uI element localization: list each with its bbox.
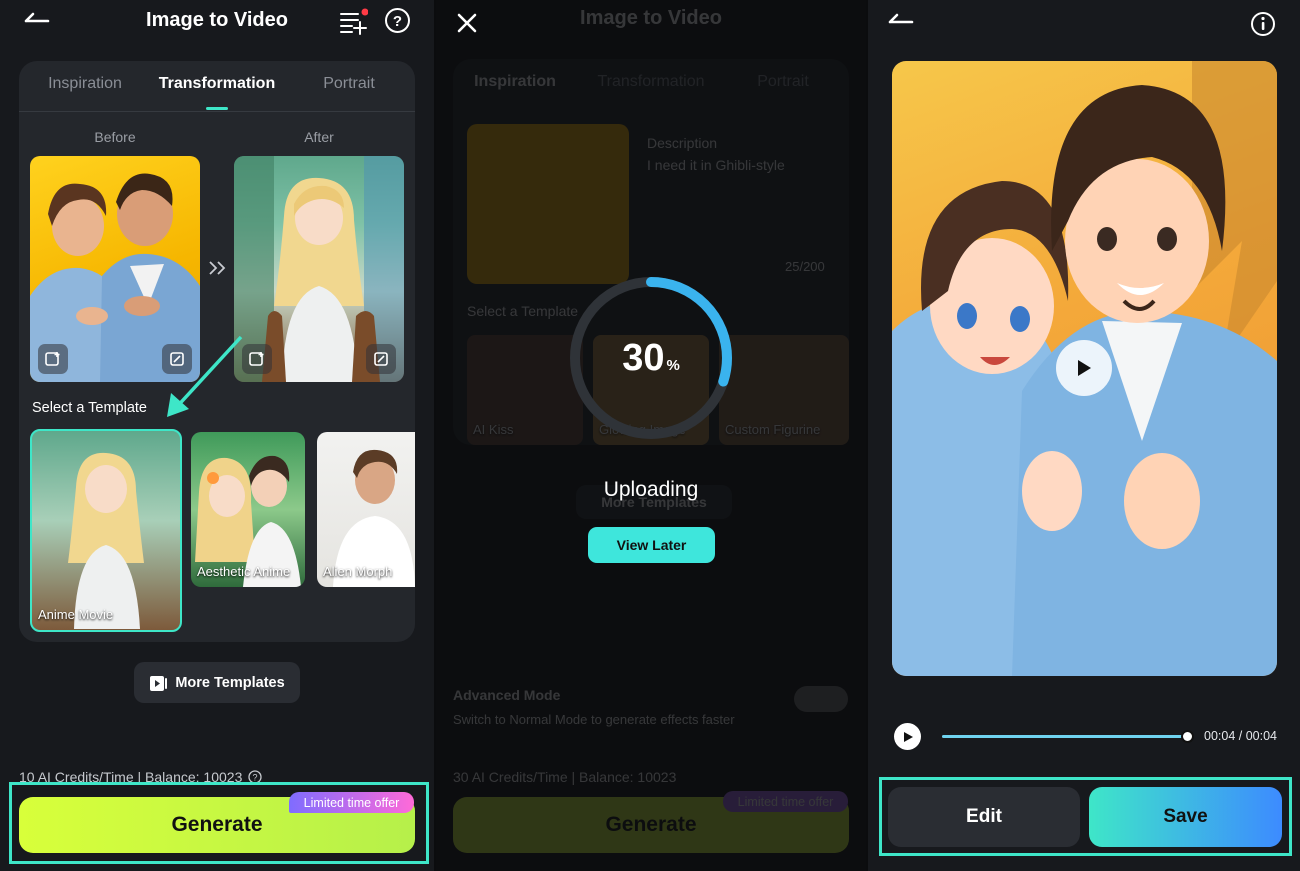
tab-transformation[interactable]: Transformation: [149, 75, 285, 93]
double-chevron-icon: [209, 261, 226, 275]
template-figurine-dim: Custom Figurine: [719, 335, 849, 445]
advanced-mode-dim: Advanced Mode: [453, 687, 561, 703]
template-aesthetic-anime[interactable]: Aesthetic Anime: [191, 432, 305, 587]
close-icon[interactable]: [456, 12, 478, 34]
seek-bar-progress: [942, 735, 1188, 738]
after-image: [234, 156, 404, 382]
tab-portrait[interactable]: Portrait: [299, 75, 399, 93]
description-text-dim: I need it in Ghibli-style: [647, 157, 785, 173]
template-alien-morph[interactable]: Alien Morph: [317, 432, 415, 587]
help-icon[interactable]: ?: [384, 7, 411, 34]
template-label: Aesthetic Anime: [197, 564, 291, 579]
template-label: Alien Morph: [323, 564, 393, 579]
result-video-preview[interactable]: [892, 61, 1277, 676]
annotation-arrow: [167, 335, 243, 417]
play-icon: [1078, 360, 1091, 376]
play-pause-button[interactable]: [894, 723, 921, 750]
tab-divider: [19, 111, 415, 112]
limited-offer-badge: Limited time offer: [289, 792, 414, 813]
page-title: Image to Video: [146, 9, 288, 31]
after-label: After: [304, 129, 334, 145]
back-arrow-icon[interactable]: [24, 11, 50, 29]
center-play-button[interactable]: [1056, 340, 1112, 396]
template-card: Inspiration Transformation Portrait Befo…: [19, 61, 415, 642]
select-template-label: Select a Template: [32, 400, 147, 416]
screen-transformation: Image to Video ? Inspiration Transformat…: [0, 0, 434, 871]
tab-portrait-dim: Portrait: [757, 73, 809, 90]
tab-inspiration[interactable]: Inspiration: [35, 75, 135, 93]
info-icon[interactable]: [1250, 11, 1276, 37]
template-anime-movie[interactable]: Anime Movie: [30, 429, 182, 632]
task-list-icon[interactable]: [338, 8, 368, 36]
advanced-toggle-dim: [794, 686, 848, 712]
more-templates-button[interactable]: More Templates: [134, 662, 300, 703]
template-label: AI Kiss: [473, 422, 514, 437]
image-edit-icon[interactable]: [38, 344, 68, 374]
active-tab-indicator: [206, 107, 228, 110]
save-button[interactable]: Save: [1089, 787, 1282, 847]
tab-inspiration-dim: Inspiration: [474, 73, 556, 90]
seek-bar[interactable]: [942, 730, 1194, 743]
edit-button[interactable]: Edit: [888, 787, 1080, 847]
page-title-dim: Image to Video: [580, 7, 722, 29]
template-label: Custom Figurine: [725, 422, 821, 437]
before-label: Before: [94, 129, 136, 145]
svg-text:?: ?: [253, 773, 258, 783]
progress-readout: 30 %: [566, 273, 736, 443]
playback-time: 00:04 / 00:04: [1204, 729, 1277, 743]
select-template-dim: Select a Template: [467, 303, 579, 319]
progress-unit: %: [666, 356, 680, 374]
description-label-dim: Description: [647, 135, 718, 151]
image-crop-icon-after[interactable]: [366, 344, 396, 374]
template-label: Anime Movie: [38, 607, 114, 622]
back-arrow-icon[interactable]: [888, 12, 914, 30]
uploaded-image-dim: [467, 124, 629, 284]
tab-transformation-dim: Transformation: [597, 73, 705, 90]
char-count-dim: 25/200: [785, 259, 825, 274]
video-template-icon: [150, 675, 168, 691]
progress-value: 30: [622, 336, 665, 379]
advanced-desc-dim: Switch to Normal Mode to generate effect…: [453, 712, 735, 727]
screen-result: 00:04 / 00:04 Edit Save: [868, 0, 1300, 871]
upload-status: Uploading: [603, 478, 699, 501]
play-icon: [903, 731, 913, 742]
more-templates-label: More Templates: [175, 674, 285, 691]
view-later-button[interactable]: View Later: [588, 527, 715, 563]
svg-text:?: ?: [393, 13, 402, 30]
credits-dim: 30 AI Credits/Time | Balance: 10023: [453, 769, 677, 785]
template-thumbnail: [68, 452, 144, 629]
seek-bar-thumb[interactable]: [1181, 730, 1194, 743]
screen-uploading: Image to Video Inspiration Transformatio…: [436, 0, 866, 871]
offer-dim: Limited time offer: [723, 791, 848, 812]
